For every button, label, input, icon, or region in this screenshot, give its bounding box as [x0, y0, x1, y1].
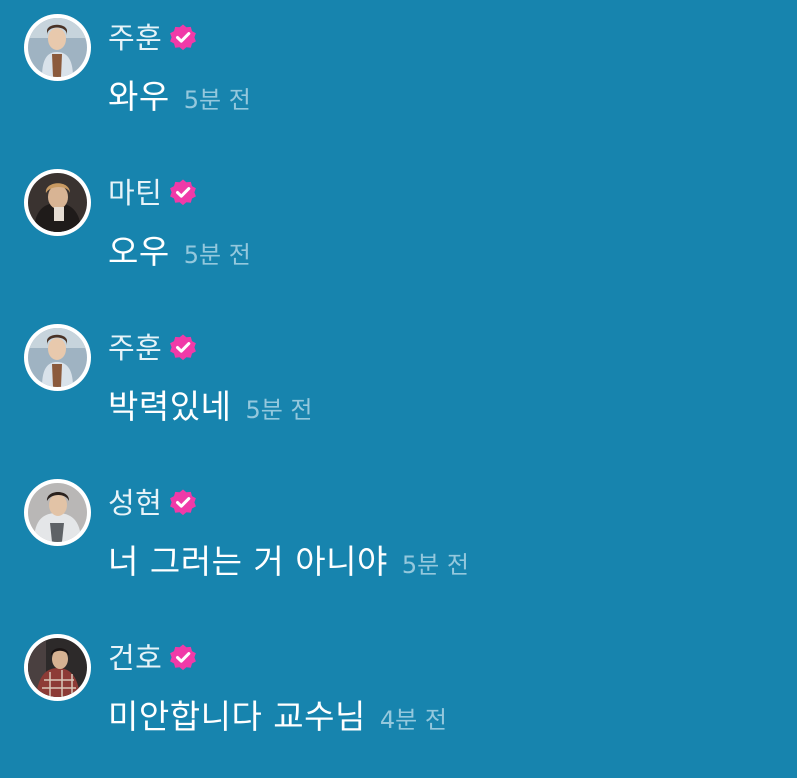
username[interactable]: 성현: [108, 483, 162, 523]
comment-body: 미안합니다 교수님 4분 전: [108, 694, 447, 740]
username[interactable]: 주훈: [108, 18, 162, 58]
comment-item: 성현 너 그러는 거 아니야 5분 전: [0, 465, 797, 595]
avatar[interactable]: [24, 169, 91, 236]
username[interactable]: 주훈: [108, 328, 162, 368]
avatar-photo: [28, 173, 87, 232]
verified-icon: [170, 179, 197, 206]
comment-header: 성현: [108, 483, 198, 523]
user-avatar-icon: [28, 173, 87, 232]
avatar[interactable]: [24, 14, 91, 81]
comment-body: 와우 5분 전: [108, 74, 251, 120]
comment-header: 주훈: [108, 328, 198, 368]
user-avatar-icon: [28, 18, 87, 77]
comment-body: 박력있네 5분 전: [108, 384, 313, 430]
user-avatar-icon: [28, 328, 87, 387]
timestamp: 5분 전: [183, 86, 251, 114]
comment-text: 박력있네: [108, 387, 232, 426]
avatar[interactable]: [24, 324, 91, 391]
comment-header: 주훈: [108, 18, 198, 58]
comment-item: 건호 미안합니다 교수님 4분 전: [0, 620, 797, 750]
comment-text: 너 그러는 거 아니야: [108, 542, 388, 581]
avatar-photo: [28, 638, 87, 697]
verified-icon: [170, 489, 197, 516]
comment-item: 주훈 박력있네 5분 전: [0, 310, 797, 440]
comment-body: 너 그러는 거 아니야 5분 전: [108, 539, 469, 585]
comment-header: 마틴: [108, 173, 198, 213]
timestamp: 5분 전: [401, 551, 469, 579]
comment-body: 오우 5분 전: [108, 229, 251, 275]
timestamp: 5분 전: [183, 241, 251, 269]
timestamp: 4분 전: [379, 706, 447, 734]
user-avatar-icon: [28, 638, 87, 697]
comment-item: 마틴 오우 5분 전: [0, 155, 797, 285]
verified-icon: [170, 644, 197, 671]
comment-text: 오우: [108, 232, 170, 271]
avatar-photo: [28, 483, 87, 542]
avatar[interactable]: [24, 634, 91, 701]
avatar-photo: [28, 18, 87, 77]
verified-icon: [170, 334, 197, 361]
timestamp: 5분 전: [245, 396, 313, 424]
avatar-photo: [28, 328, 87, 387]
verified-icon: [170, 24, 197, 51]
username[interactable]: 마틴: [108, 173, 162, 213]
comment-item: 주훈 와우 5분 전: [0, 0, 797, 130]
username[interactable]: 건호: [108, 638, 162, 678]
comment-header: 건호: [108, 638, 198, 678]
comment-list: 주훈 와우 5분 전 마틴 오우 5분 전 주훈 박력있네 5분 전 성현 너 …: [0, 0, 797, 778]
comment-text: 미안합니다 교수님: [108, 697, 366, 736]
comment-text: 와우: [108, 77, 170, 116]
avatar[interactable]: [24, 479, 91, 546]
user-avatar-icon: [28, 483, 87, 542]
